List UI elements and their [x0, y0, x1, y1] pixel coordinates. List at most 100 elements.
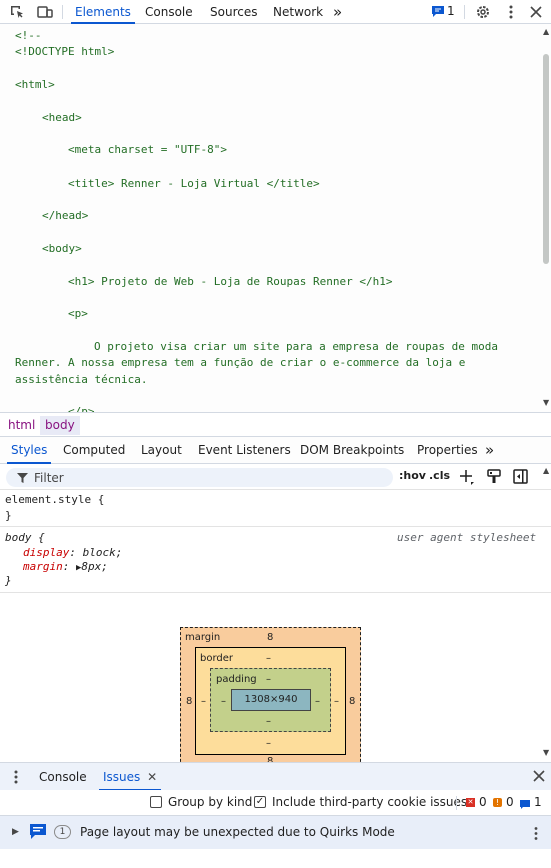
rule-selector[interactable]: element.style { [5, 493, 104, 507]
dom-line[interactable]: <html> [15, 76, 55, 93]
toolbar-divider [62, 5, 63, 19]
dom-line[interactable]: <head> [42, 109, 82, 126]
device-toolbar-icon[interactable] [36, 3, 54, 21]
more-style-tabs-button[interactable]: » [485, 437, 494, 464]
drawer-tab-issues-label: Issues [103, 770, 141, 784]
toolbar-divider [464, 5, 465, 19]
dom-line[interactable]: <h1> Projeto de Web - Loja de Roupas Ren… [68, 273, 393, 290]
scroll-down-arrow[interactable]: ▼ [543, 398, 549, 407]
filter-placeholder: Filter [34, 471, 64, 485]
colon: : [69, 546, 83, 559]
css-declaration[interactable]: display: block; [23, 546, 122, 560]
inspect-element-icon[interactable] [8, 3, 26, 21]
dom-line[interactable]: </p> [68, 403, 95, 412]
padding-label: padding [216, 674, 257, 685]
elements-scrollbar[interactable] [543, 54, 549, 264]
dom-line[interactable]: <!DOCTYPE html> [15, 43, 114, 60]
margin-left-value[interactable]: 8 [186, 696, 192, 707]
rule-selector[interactable]: body { [5, 531, 45, 545]
dom-line[interactable]: <!-- [15, 27, 42, 44]
settings-gear-icon[interactable] [474, 3, 492, 21]
info-icon [520, 798, 530, 812]
tab-layout[interactable]: Layout [141, 437, 182, 464]
close-drawer-icon[interactable] [533, 770, 545, 785]
styles-tabbar: Styles Computed Layout Event Listeners D… [0, 437, 551, 464]
group-by-kind-checkbox[interactable] [150, 796, 162, 808]
tab-network[interactable]: Network [273, 0, 323, 24]
devtools-toolbar: Elements Console Sources Network » 1 [0, 0, 551, 24]
breadcrumb: html body [0, 412, 551, 437]
rule-close: } [5, 574, 12, 587]
tab-styles[interactable]: Styles [6, 437, 52, 464]
tab-elements[interactable]: Elements [71, 0, 135, 24]
dom-line[interactable]: <body> [42, 240, 82, 257]
issues-toolbar: Group by kind ✓ Include third-party cook… [0, 790, 551, 816]
rule-source: user agent stylesheet [397, 531, 537, 544]
tab-event-listeners[interactable]: Event Listeners [198, 437, 291, 464]
class-toggle[interactable]: .cls [429, 469, 450, 482]
scroll-up-arrow[interactable]: ▲ [543, 27, 549, 36]
issues-chat-icon[interactable] [432, 6, 444, 17]
third-party-cookie-checkbox[interactable]: ✓ [254, 796, 266, 808]
scroll-down-arrow[interactable]: ▼ [543, 748, 549, 757]
filter-icon [17, 473, 28, 483]
tab-properties[interactable]: Properties [417, 437, 478, 464]
toggle-sidebar-icon[interactable] [513, 469, 528, 487]
margin-right-value[interactable]: 8 [349, 696, 355, 707]
warning-icon: ! [493, 798, 502, 807]
expand-triangle-icon[interactable]: ▶ [12, 827, 19, 837]
tab-console[interactable]: Console [145, 0, 193, 24]
css-declaration[interactable]: margin: ▶8px; [23, 560, 108, 575]
error-count[interactable]: 0 [479, 795, 487, 809]
padding-top-value[interactable]: – [266, 674, 271, 685]
issues-count[interactable]: 1 [447, 4, 455, 18]
drawer-tab-console[interactable]: Console [39, 763, 87, 791]
scroll-up-arrow[interactable]: ▲ [543, 466, 549, 475]
padding-bottom-value[interactable]: – [266, 716, 271, 727]
box-model-content-size[interactable]: 1308×940 [231, 689, 311, 711]
padding-left-value[interactable]: – [221, 696, 226, 707]
error-icon: ✕ [466, 798, 475, 807]
dom-line[interactable]: <meta charset = "UTF-8"> [68, 141, 227, 158]
dom-line[interactable]: assistência técnica. [15, 371, 147, 388]
paint-brush-icon[interactable] [487, 469, 501, 487]
more-tabs-button[interactable]: » [333, 0, 342, 24]
dom-line[interactable]: <title> Renner - Loja Virtual </title> [68, 175, 320, 192]
dom-line[interactable]: Renner. A nossa empresa tem a função de … [15, 354, 465, 371]
info-count[interactable]: 1 [534, 795, 542, 809]
border-right-value[interactable]: – [334, 696, 339, 707]
third-party-cookie-label: Include third-party cookie issues [272, 795, 468, 809]
dom-line[interactable]: <p> [68, 305, 88, 322]
padding-right-value[interactable]: – [315, 696, 320, 707]
breadcrumb-body[interactable]: body [40, 416, 80, 435]
issues-empty-area [0, 849, 551, 868]
border-top-value[interactable]: – [266, 653, 271, 664]
border-bottom-value[interactable]: – [266, 738, 271, 749]
issue-more-icon[interactable] [534, 827, 538, 843]
tab-computed[interactable]: Computed [63, 437, 125, 464]
element-style-rule: element.style { } [0, 490, 551, 527]
hover-state-toggle[interactable]: :hov [399, 469, 426, 482]
more-vertical-icon[interactable] [502, 3, 520, 21]
margin-top-value[interactable]: 8 [267, 632, 273, 643]
drawer-menu-icon[interactable] [14, 770, 18, 787]
filter-input[interactable]: Filter [6, 468, 393, 487]
breadcrumb-html[interactable]: html [3, 416, 40, 435]
colon: : [62, 560, 76, 573]
dom-line[interactable]: O projeto visa criar um site para a empr… [94, 338, 498, 355]
group-by-kind-label: Group by kind [168, 795, 253, 809]
issue-row[interactable]: ▶ 1 Page layout may be unexpected due to… [0, 816, 551, 849]
close-icon[interactable] [527, 3, 545, 21]
drawer-tab-issues[interactable]: Issues ✕ [98, 763, 162, 791]
border-left-value[interactable]: – [201, 696, 206, 707]
css-prop-value: 8px; [81, 560, 108, 573]
tab-sources[interactable]: Sources [210, 0, 257, 24]
tab-dom-breakpoints[interactable]: DOM Breakpoints [300, 437, 404, 464]
new-style-rule-icon[interactable] [459, 469, 475, 488]
close-tab-icon[interactable]: ✕ [147, 770, 157, 784]
warning-count[interactable]: 0 [506, 795, 514, 809]
toolbar-divider [456, 796, 457, 810]
dom-line[interactable]: </head> [42, 207, 88, 224]
rule-close: } [5, 509, 12, 522]
issue-text[interactable]: Page layout may be unexpected due to Qui… [80, 825, 395, 839]
